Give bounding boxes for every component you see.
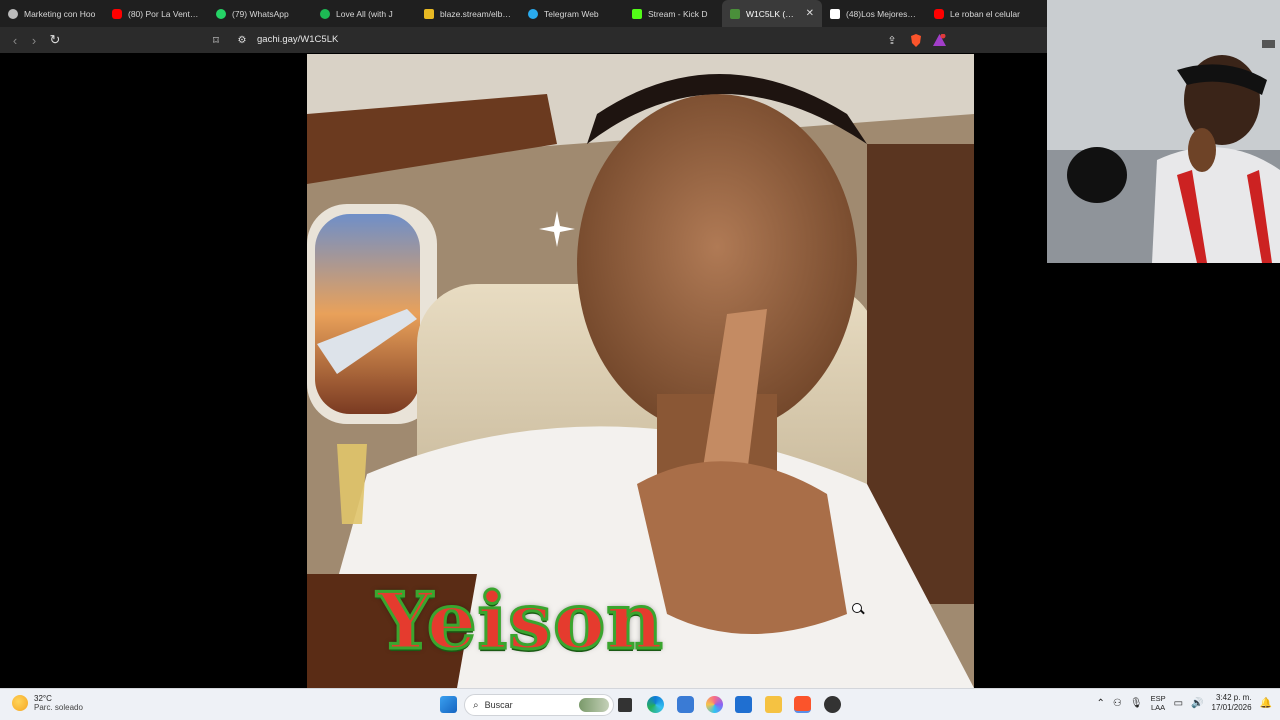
tab-whatsapp[interactable]: (79) WhatsApp — [208, 0, 312, 27]
spotify-icon — [320, 8, 330, 19]
brave-shield-icon[interactable] — [906, 30, 926, 50]
navigation-bar: ‹ › ↻ ⌑ ⚙ gachi.gay/W1C5LK ⇪ — [0, 27, 1047, 53]
weather-description: Parc. soleado — [34, 703, 83, 712]
weather-widget[interactable]: 32°C Parc. soleado — [12, 694, 83, 712]
youtube-icon — [934, 8, 944, 19]
kick-icon — [632, 8, 642, 19]
system-tray: ⌃ ⚇ 🎙 ESP LAA ▭ 🔊 3:42 p. m. 17/01/2026 … — [1097, 693, 1272, 713]
volume-icon[interactable]: 🔊 — [1191, 698, 1203, 709]
share-icon[interactable]: ⇪ — [882, 30, 902, 50]
tab-spotify[interactable]: Love All (with J — [312, 0, 416, 27]
meme-caption: Yeison — [376, 575, 665, 669]
sun-icon — [12, 695, 28, 711]
microsoft-store-icon[interactable] — [735, 696, 752, 713]
back-icon[interactable]: ‹ — [5, 30, 25, 50]
edge-icon[interactable] — [647, 696, 664, 713]
tab-tiktok[interactable]: (48)Los Mejores Me — [822, 0, 926, 27]
reload-icon[interactable]: ↻ — [45, 30, 65, 50]
obs-icon[interactable] — [824, 696, 841, 713]
tab-strip: Marketing con Hoo (80) Por La Ventana (7… — [0, 0, 1047, 27]
webcam-feed — [1047, 0, 1280, 263]
tab-active-w1c5lk[interactable]: W1C5LK (1080✕ — [722, 0, 822, 27]
zoom-cursor-icon — [852, 603, 862, 613]
windows-start-icon[interactable] — [440, 696, 457, 713]
forward-icon[interactable]: › — [24, 30, 44, 50]
microphone-icon[interactable]: 🎙 — [1130, 698, 1143, 709]
copilot-icon[interactable] — [706, 696, 723, 713]
tiktok-icon — [830, 8, 840, 19]
windows-taskbar: 32°C Parc. soleado ⌕ Buscar ⌃ ⚇ 🎙 ESP LA… — [0, 688, 1280, 720]
notifications-icon[interactable]: 🔔 — [1260, 698, 1272, 709]
gachi-icon — [730, 8, 740, 19]
brave-rewards-icon[interactable] — [929, 30, 949, 50]
file-explorer-icon[interactable] — [765, 696, 782, 713]
address-bar[interactable]: gachi.gay/W1C5LK — [257, 34, 338, 45]
search-highlight-icon — [579, 698, 609, 712]
site-settings-icon[interactable]: ⚙ — [232, 30, 252, 50]
tab-favicon-icon — [8, 8, 18, 19]
tab-youtube-celular[interactable]: Le roban el celular — [926, 0, 1030, 27]
network-status-icon[interactable]: ⚇ — [1113, 698, 1122, 709]
bookmark-icon[interactable]: ⌑ — [206, 30, 226, 50]
search-icon: ⌕ — [473, 699, 479, 711]
language-indicator[interactable]: ESP LAA — [1151, 694, 1166, 712]
youtube-icon — [112, 8, 122, 19]
task-view-icon[interactable] — [618, 698, 632, 712]
clock[interactable]: 3:42 p. m. 17/01/2026 — [1212, 693, 1252, 713]
chevron-up-icon[interactable]: ⌃ — [1097, 698, 1105, 709]
brave-browser-icon[interactable] — [794, 696, 811, 713]
tab-telegram[interactable]: Telegram Web — [520, 0, 624, 27]
telegram-icon — [528, 8, 538, 19]
tab-marketing[interactable]: Marketing con Hoo — [0, 0, 104, 27]
wifi-icon[interactable]: ▭ — [1174, 698, 1183, 709]
temperature: 32°C — [34, 694, 52, 703]
snipping-tool-icon[interactable] — [677, 696, 694, 713]
blaze-icon — [424, 8, 434, 19]
tab-kick[interactable]: Stream - Kick D — [624, 0, 722, 27]
whatsapp-icon — [216, 8, 226, 19]
webcam-overlay — [1047, 0, 1280, 263]
tab-blaze[interactable]: blaze.stream/elbitte — [416, 0, 520, 27]
meme-image: Yeison — [307, 54, 974, 688]
taskbar-search[interactable]: ⌕ Buscar — [464, 694, 614, 716]
tab-youtube-ventana[interactable]: (80) Por La Ventana — [104, 0, 208, 27]
close-tab-icon[interactable]: ✕ — [806, 8, 814, 19]
